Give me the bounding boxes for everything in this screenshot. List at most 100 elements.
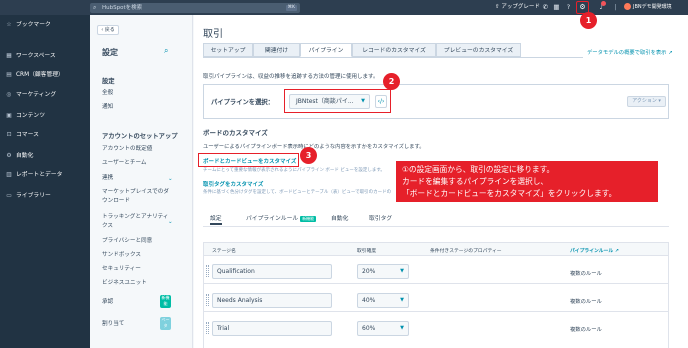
stage-name-input[interactable]: Trial [212, 321, 332, 336]
upgrade-button[interactable]: ⇧ アップグレード [495, 0, 540, 15]
bookmark-icon: ☆ [6, 22, 12, 28]
settings-link-approvals[interactable]: 承認 [102, 298, 113, 307]
tab-pipelines[interactable]: パイプライン [300, 43, 352, 57]
nav-label: ワークスペース [16, 53, 56, 59]
subtab-pipeline-rules[interactable]: パイプラインルール 新機能 [246, 213, 317, 225]
new-badge: 新機能 [300, 215, 317, 222]
nav-commerce[interactable]: ⊡ コマース [5, 129, 39, 141]
probability-value: 20% [362, 268, 376, 275]
pipeline-description: 取引パイプラインは、収益の推移を追跡する方法の管理に使用します。 [203, 74, 379, 80]
notification-badge [601, 1, 606, 6]
nav-library[interactable]: ▭ ライブラリー [5, 190, 51, 202]
probability-value: 60% [362, 325, 376, 332]
settings-link-security[interactable]: セキュリティー [102, 265, 141, 274]
new-badge: 新機能 [160, 295, 171, 308]
external-link-icon: ↗ [668, 50, 673, 56]
tab-divider [203, 57, 583, 58]
nav-label: ブックマーク [16, 22, 51, 28]
pipeline-select-label: パイプラインを選択： [211, 99, 274, 106]
code-icon: ‹/› [377, 98, 385, 105]
step-marker-1: 1 [580, 12, 597, 29]
left-navigation [0, 15, 90, 348]
code-embed-button[interactable]: ‹/› [375, 95, 387, 108]
phone-icon[interactable]: ✆ [541, 3, 550, 12]
tab-associations[interactable]: 関連付け [253, 43, 300, 57]
settings-link-integrations[interactable]: 連携 [102, 174, 113, 183]
settings-link-notifications[interactable]: 通知 [102, 103, 113, 112]
divider-icon: | [614, 3, 617, 11]
stage-name-input[interactable]: Qualification [212, 264, 332, 279]
library-icon: ▭ [6, 193, 12, 199]
pipeline-dropdown-value: JBNtest（商談パイ... [296, 98, 354, 105]
settings-link-marketplace-2[interactable]: ウンロード [102, 197, 130, 206]
data-model-link-label: データモデルの概要で取引を表示 [587, 50, 667, 56]
tab-record-customization[interactable]: レコードのカスタマイズ [352, 43, 436, 57]
caret-down-icon: ▼ [361, 98, 365, 104]
content-icon: ▣ [6, 113, 12, 119]
settings-link-sandbox[interactable]: サンドボックス [102, 251, 141, 260]
account-menu[interactable]: JBNデモ開発環境 [624, 0, 672, 15]
stage-name-input[interactable]: Needs Analysis [212, 293, 332, 308]
account-setup-head: アカウントのセットアップ [102, 133, 178, 140]
back-button[interactable]: ‹ 戻る [97, 25, 119, 35]
rule-text: 複数のルール [570, 299, 602, 305]
nav-marketing[interactable]: ◎ マーケティング [5, 89, 56, 101]
settings-link-tracking-2[interactable]: クス [102, 222, 113, 231]
customize-board-sub: チームにとって重要な情報が表示されるようにパイプライン ボード ビューを設定しま… [203, 168, 385, 173]
customize-board-card-link[interactable]: ボードとカードビューをカスタマイズ [203, 157, 296, 165]
page-title: 取引 [203, 29, 223, 40]
global-search-input[interactable]: ⌕ HubSpotを検索 ⌘K [90, 3, 300, 13]
drag-handle-icon[interactable] [206, 265, 209, 277]
settings-link-defaults[interactable]: アカウントの既定値 [102, 145, 152, 154]
customize-deal-tags-link[interactable]: 取引タグをカスタマイズ [203, 180, 263, 188]
upgrade-label: アップグレード [501, 4, 540, 10]
settings-link-marketplace[interactable]: マーケットプレイスでのダ [102, 188, 169, 197]
nav-content[interactable]: ▣ コンテンツ [5, 110, 45, 122]
data-model-link[interactable]: データモデルの概要で取引を表示 ↗ [587, 48, 673, 56]
settings-link-tracking[interactable]: トラッキングとアナリティ [102, 213, 169, 222]
nav-reports[interactable]: ▥ レポートとデータ [5, 169, 62, 181]
chevron-down-icon[interactable]: ⌄ [168, 219, 173, 225]
probability-select[interactable]: 40% ▼ [357, 293, 409, 308]
settings-link-business-units[interactable]: ビジネスユニット [102, 279, 147, 288]
tab-preview-customization[interactable]: プレビューのカスタマイズ [436, 43, 521, 57]
probability-value: 40% [362, 297, 376, 304]
rule-text: 複数のルール [570, 271, 602, 277]
col-pipeline-rules-label: パイプラインルール [570, 249, 614, 254]
nav-automation[interactable]: ⚙ 自動化 [5, 150, 33, 162]
subtab-deal-tags[interactable]: 取引タグ [369, 213, 392, 225]
drag-handle-icon[interactable] [206, 294, 209, 306]
col-pipeline-rules[interactable]: パイプラインルール ↗ [570, 247, 619, 254]
nav-crm[interactable]: ▤ CRM（顧客管理） [5, 69, 64, 81]
external-link-icon: ↗ [614, 249, 619, 254]
settings-link-general[interactable]: 全般 [102, 89, 113, 98]
probability-select[interactable]: 60% ▼ [357, 321, 409, 336]
nav-label: レポートとデータ [16, 172, 63, 178]
action-dropdown-button[interactable]: アクション ▾ [627, 96, 666, 107]
nav-workspace[interactable]: ▦ ワークスペース [5, 50, 56, 62]
marketplace-icon[interactable]: ▦ [552, 3, 561, 12]
nav-label: 自動化 [16, 153, 34, 159]
help-icon[interactable]: ? [564, 3, 573, 12]
settings-link-assignments[interactable]: 割り当て [102, 320, 124, 329]
probability-select[interactable]: 20% ▼ [357, 264, 409, 279]
drag-handle-icon[interactable] [206, 322, 209, 334]
nav-bookmarks[interactable]: ☆ ブックマーク [5, 19, 51, 31]
pipeline-dropdown[interactable]: JBNtest（商談パイ... ▼ [289, 94, 370, 109]
settings-link-privacy[interactable]: プライバシーと同意 [102, 237, 152, 246]
nav-label: マーケティング [16, 92, 57, 98]
settings-search-icon[interactable]: ⌕ [164, 46, 168, 56]
subtab-automation[interactable]: 自動化 [331, 213, 348, 225]
tab-setup[interactable]: セットアップ [203, 43, 253, 57]
col-conditional-props: 条件付きステージのプロパティー [430, 249, 502, 254]
subtab-settings[interactable]: 設定 [210, 213, 222, 225]
chevron-down-icon[interactable]: ⌄ [168, 176, 173, 182]
rule-text: 複数のルール [570, 327, 602, 333]
nav-label: コマース [16, 132, 39, 138]
col-probability: 取引確度 [357, 249, 377, 254]
automation-icon: ⚙ [6, 153, 12, 159]
avatar [624, 3, 631, 10]
customize-deal-tags-sub: 条件に基づく色分けタグを設定して、ボードビューとテーブル（表）ビューで取引のカー… [203, 190, 392, 195]
subtab-pipeline-rules-label: パイプラインルール [246, 216, 299, 222]
settings-link-users[interactable]: ユーザーとチーム [102, 159, 146, 168]
